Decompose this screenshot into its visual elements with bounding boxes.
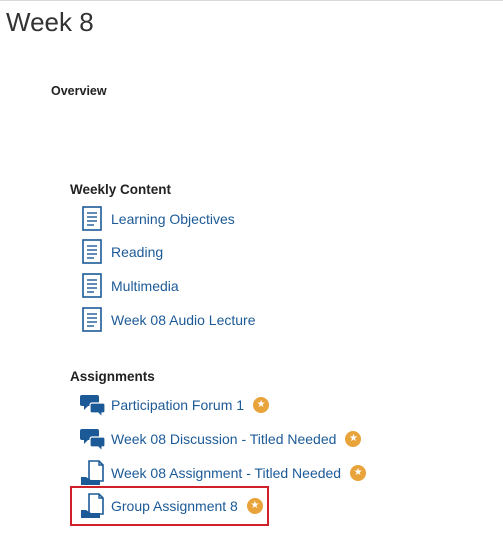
content-item-label[interactable]: Week 08 Audio Lecture [111,312,256,328]
star-badge-icon: ★ [350,465,367,481]
assignment-item-week08-assignment[interactable]: Week 08 Assignment - Titled Needed ★ [80,459,367,487]
discussion-icon [80,429,106,453]
content-item-learning-objectives[interactable]: Learning Objectives [80,205,235,233]
overview-link[interactable]: Overview [51,84,107,98]
content-item-reading[interactable]: Reading [80,238,163,266]
highlight-box [70,486,269,526]
assignment-item-week08-discussion[interactable]: Week 08 Discussion - Titled Needed ★ [80,425,362,453]
content-item-multimedia[interactable]: Multimedia [80,272,179,300]
document-icon [82,206,102,231]
content-item-label[interactable]: Reading [111,244,163,260]
content-item-label[interactable]: Learning Objectives [111,211,235,227]
assignment-item-label[interactable]: Week 08 Assignment - Titled Needed [111,465,341,481]
content-item-label[interactable]: Multimedia [111,278,179,294]
document-icon [82,307,102,332]
weekly-content-heading: Weekly Content [70,182,172,197]
star-badge-icon: ★ [253,397,270,413]
assignments-heading: Assignments [70,369,155,384]
assignment-item-participation-forum[interactable]: Participation Forum 1 ★ [80,391,270,419]
assignment-item-label[interactable]: Participation Forum 1 [111,397,244,413]
document-icon [82,239,102,264]
discussion-icon [80,395,106,419]
content-item-audio-lecture[interactable]: Week 08 Audio Lecture [80,306,256,334]
document-icon [82,273,102,298]
page-title: Week 8 [6,7,94,37]
assignment-item-label[interactable]: Week 08 Discussion - Titled Needed [111,431,336,447]
star-badge-icon: ★ [345,431,362,447]
assignment-submit-icon [81,460,104,485]
top-divider [0,0,503,1]
